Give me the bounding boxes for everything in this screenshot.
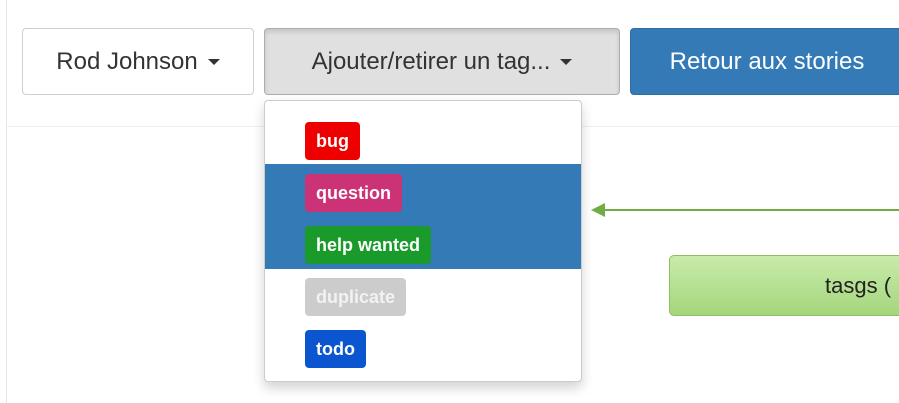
back-to-stories-label: Retour aux stories [669,47,865,75]
tag-dropdown-button[interactable]: Ajouter/retirer un tag... [264,28,620,95]
back-to-stories-button[interactable]: Retour aux stories [630,28,899,95]
user-dropdown-label: Rod Johnson [56,47,198,75]
user-dropdown-button[interactable]: Rod Johnson [22,28,254,95]
caret-down-icon [560,58,573,65]
tag-item-duplicate[interactable]: duplicate [305,278,407,316]
annotation-arrow-head-icon [591,203,605,217]
tag-dropdown-menu: bug question help wanted duplicate todo [264,100,582,382]
annotation-arrow-line [600,209,899,211]
tag-item-todo[interactable]: todo [305,330,366,368]
tag-item-help-wanted[interactable]: help wanted [305,226,432,264]
tag-item-question[interactable]: question [305,174,402,212]
tag-item-bug[interactable]: bug [305,122,360,160]
tag-dropdown-label: Ajouter/retirer un tag... [311,47,551,75]
annotation-callout-text: tasgs ( [825,272,892,298]
annotation-callout: tasgs ( [669,255,899,316]
caret-down-icon [207,58,220,65]
frame-edge [6,0,7,403]
